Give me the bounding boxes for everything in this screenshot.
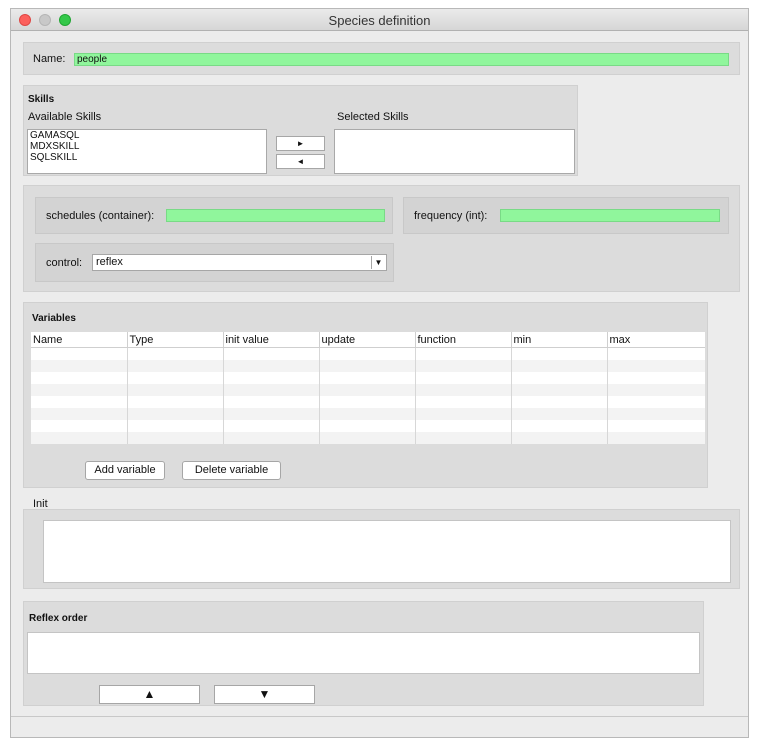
table-row[interactable] [31, 396, 705, 408]
skills-heading: Skills [28, 94, 55, 105]
column-header-update[interactable]: update [319, 332, 416, 348]
init-panel [23, 509, 740, 589]
frequency-label: frequency (int): [414, 210, 488, 222]
init-textarea[interactable] [43, 520, 731, 583]
bottom-divider [11, 716, 748, 717]
arrow-up-icon: ▲ [143, 687, 156, 701]
variables-table[interactable]: Name Type init value update function min… [31, 332, 705, 444]
selected-skills-list[interactable] [334, 129, 575, 174]
schedules-field[interactable] [166, 209, 385, 222]
remove-skill-button[interactable]: ◄ [276, 154, 325, 169]
control-select-value: reflex [96, 256, 123, 268]
variables-heading: Variables [32, 313, 76, 324]
frequency-subpanel: frequency (int): [403, 197, 729, 234]
list-item[interactable]: SQLSKILL [28, 152, 266, 163]
column-header-max[interactable]: max [607, 332, 705, 348]
name-label: Name: [33, 53, 66, 65]
selected-skills-label: Selected Skills [337, 111, 409, 123]
reflex-order-list[interactable] [27, 632, 700, 674]
schedules-label: schedules (container): [46, 210, 155, 222]
control-select[interactable]: reflex ▼ [92, 254, 387, 271]
add-variable-button[interactable]: Add variable [85, 461, 165, 480]
frequency-field[interactable] [500, 209, 720, 222]
table-row[interactable] [31, 420, 705, 432]
reflex-order-heading: Reflex order [29, 613, 88, 624]
delete-variable-button[interactable]: Delete variable [182, 461, 281, 480]
available-skills-label: Available Skills [28, 111, 102, 123]
table-row[interactable] [31, 384, 705, 396]
name-field[interactable]: people [74, 53, 729, 66]
list-item[interactable]: GAMASQL [28, 130, 266, 141]
table-row[interactable] [31, 432, 705, 444]
add-skill-button[interactable]: ► [276, 136, 325, 151]
column-header-name[interactable]: Name [31, 332, 128, 348]
schedules-subpanel: schedules (container): [35, 197, 393, 234]
list-item[interactable]: MDXSKILL [28, 141, 266, 152]
column-header-function[interactable]: function [415, 332, 512, 348]
table-row[interactable] [31, 360, 705, 372]
skills-panel: Skills Available Skills Selected Skills … [23, 85, 578, 176]
reflex-order-panel: Reflex order ▲ ▼ [23, 601, 704, 706]
window-title: Species definition [328, 13, 431, 28]
properties-panel: schedules (container): frequency (int): … [23, 185, 740, 292]
column-header-init-value[interactable]: init value [223, 332, 320, 348]
move-down-button[interactable]: ▼ [214, 685, 315, 704]
name-panel: Name: people [23, 42, 740, 75]
move-up-button[interactable]: ▲ [99, 685, 200, 704]
control-subpanel: control: reflex ▼ [35, 243, 394, 282]
species-definition-window: Species definition Name: people Skills A… [10, 8, 749, 738]
title-bar[interactable]: Species definition [11, 9, 748, 31]
available-skills-list[interactable]: GAMASQL MDXSKILL SQLSKILL [27, 129, 267, 174]
table-row[interactable] [31, 347, 705, 360]
column-header-min[interactable]: min [511, 332, 608, 348]
column-header-type[interactable]: Type [127, 332, 224, 348]
arrow-down-icon: ▼ [258, 687, 271, 701]
table-row[interactable] [31, 408, 705, 420]
chevron-down-icon[interactable]: ▼ [371, 256, 385, 269]
control-label: control: [46, 257, 83, 269]
table-row[interactable] [31, 372, 705, 384]
